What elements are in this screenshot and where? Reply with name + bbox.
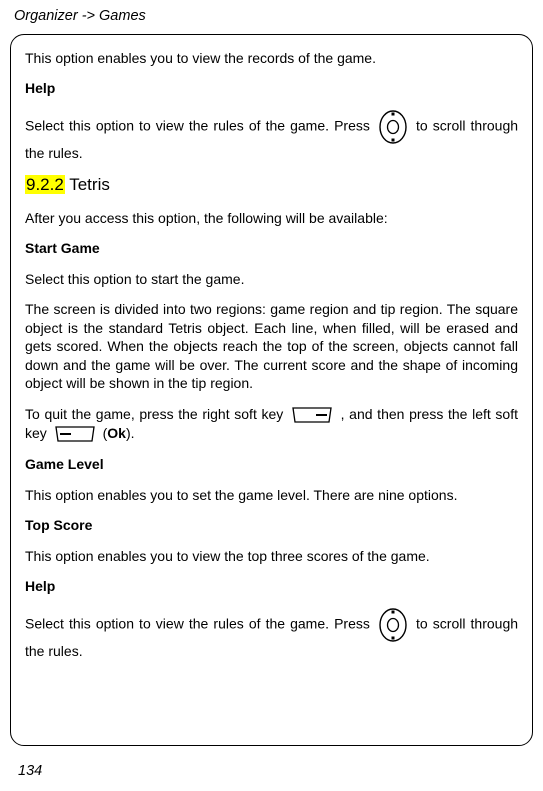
page-header: Organizer -> Games <box>0 8 543 30</box>
text-run: ). <box>126 425 135 441</box>
paragraph: Select this option to view the rules of … <box>25 608 518 660</box>
section-number: 9.2.2 <box>25 175 65 194</box>
paragraph: After you access this option, the follow… <box>25 209 518 227</box>
heading-help: Help <box>25 79 518 97</box>
text-run: Select this option to view the rules of … <box>25 118 370 134</box>
text-bold: Ok <box>107 425 126 441</box>
paragraph: This option enables you to view the reco… <box>25 49 518 67</box>
content-frame: This option enables you to view the reco… <box>10 34 533 746</box>
paragraph: To quit the game, press the right soft k… <box>25 405 518 444</box>
document-page: Organizer -> Games This option enables y… <box>0 0 543 791</box>
heading-start-game: Start Game <box>25 239 518 257</box>
navigation-key-icon <box>378 608 408 642</box>
text-run: To quit the game, press the right soft k… <box>25 406 288 422</box>
heading-game-level: Game Level <box>25 455 518 473</box>
heading-help: Help <box>25 577 518 595</box>
right-softkey-icon <box>291 406 333 424</box>
section-title: Tetris <box>65 175 110 194</box>
page-number: 134 <box>18 763 42 779</box>
navigation-key-icon <box>378 110 408 144</box>
section-heading: 9.2.2 Tetris <box>25 174 518 196</box>
paragraph: Select this option to start the game. <box>25 270 518 288</box>
paragraph: This option enables you to set the game … <box>25 486 518 504</box>
paragraph: This option enables you to view the top … <box>25 547 518 565</box>
paragraph: Select this option to view the rules of … <box>25 110 518 162</box>
left-softkey-icon <box>54 425 96 443</box>
text-run: Select this option to view the rules of … <box>25 615 370 631</box>
paragraph: The screen is divided into two regions: … <box>25 300 518 392</box>
heading-top-score: Top Score <box>25 516 518 534</box>
